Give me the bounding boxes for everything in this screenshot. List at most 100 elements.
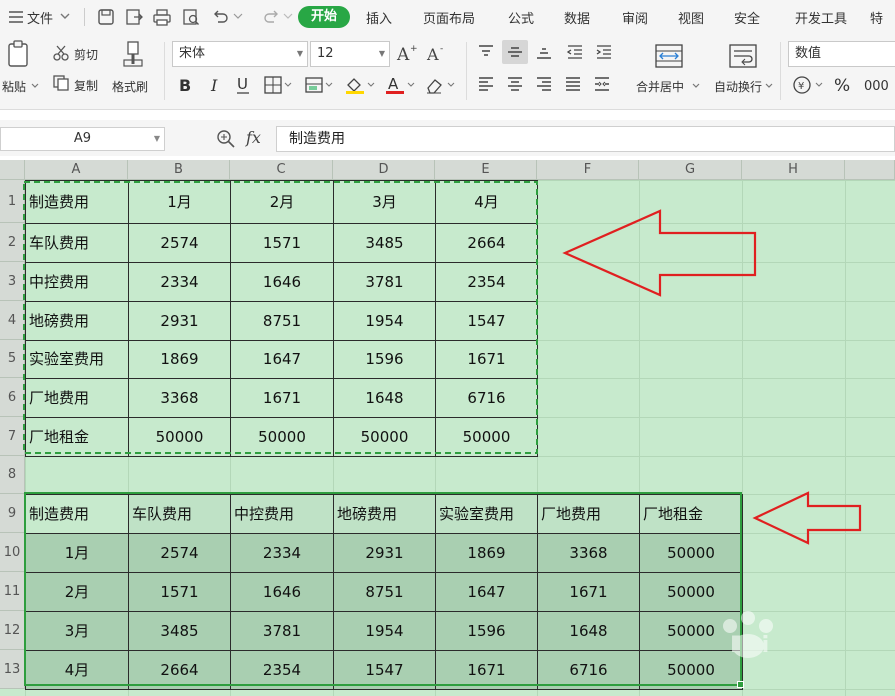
decrease-indent-icon[interactable] xyxy=(565,43,585,61)
export-icon[interactable] xyxy=(124,7,144,27)
copy-icon[interactable] xyxy=(52,74,70,92)
justify-icon[interactable] xyxy=(563,75,583,93)
number-format-select[interactable]: 数值 xyxy=(788,41,895,67)
table2-cell[interactable]: 3368 xyxy=(537,533,640,573)
font-color-icon[interactable]: A xyxy=(384,75,416,95)
column-header-e[interactable]: E xyxy=(435,160,537,180)
row-header-12[interactable]: 12 xyxy=(0,611,25,650)
font-size-select[interactable]: 12 ▼ xyxy=(310,41,390,67)
paste-dropdown-icon[interactable] xyxy=(30,81,40,91)
increase-indent-icon[interactable] xyxy=(594,43,614,61)
copy-button[interactable]: 复制 xyxy=(74,77,98,94)
save-icon[interactable] xyxy=(96,7,116,27)
underline-icon[interactable]: U xyxy=(234,75,252,95)
currency-icon[interactable]: ¥ xyxy=(792,75,826,95)
scissors-icon[interactable] xyxy=(52,44,70,62)
redo-dropdown-icon[interactable] xyxy=(282,9,294,23)
fill-color-icon[interactable] xyxy=(344,75,376,95)
print-preview-icon[interactable] xyxy=(181,7,201,27)
table2-cell[interactable]: 实验室费用 xyxy=(435,494,538,534)
table2-cell[interactable]: 1596 xyxy=(435,611,538,651)
table2-cell[interactable]: 1954 xyxy=(333,611,436,651)
table2-cell[interactable]: 6716 xyxy=(537,650,640,690)
column-header-g[interactable]: G xyxy=(639,160,742,180)
align-top-icon[interactable] xyxy=(476,43,496,61)
row-header-9[interactable]: 9 xyxy=(0,494,25,533)
table2-cell[interactable]: 2931 xyxy=(333,533,436,573)
tab-formulas[interactable]: 公式 xyxy=(508,8,534,27)
increase-font-icon[interactable]: A + xyxy=(396,43,418,63)
wrap-text-button[interactable]: 自动换行 xyxy=(714,78,762,95)
table2-cell[interactable]: 1648 xyxy=(537,611,640,651)
tab-data[interactable]: 数据 xyxy=(564,8,590,27)
merge-center-button[interactable]: 合并居中 xyxy=(636,78,684,95)
percent-icon[interactable]: % xyxy=(832,75,854,95)
tab-developer[interactable]: 开发工具 xyxy=(795,8,847,27)
cut-button[interactable]: 剪切 xyxy=(74,46,98,63)
table2-cell[interactable]: 3781 xyxy=(230,611,334,651)
row-header-8[interactable]: 8 xyxy=(0,456,25,494)
table2-cell[interactable]: 2664 xyxy=(128,650,231,690)
comma-style-icon[interactable]: 000 xyxy=(862,75,892,95)
table2-cell[interactable]: 制造费用 xyxy=(25,494,129,534)
table2-cell[interactable]: 8751 xyxy=(333,572,436,612)
cell-style-icon[interactable] xyxy=(304,75,334,95)
distributed-icon[interactable] xyxy=(592,75,612,93)
table2-cell[interactable]: 2574 xyxy=(128,533,231,573)
wrap-text-icon[interactable] xyxy=(728,42,758,70)
row-header-11[interactable]: 11 xyxy=(0,572,25,611)
chevron-down-icon[interactable] xyxy=(58,9,72,23)
column-header-i[interactable] xyxy=(845,160,895,180)
undo-dropdown-icon[interactable] xyxy=(232,9,244,23)
table2-cell[interactable]: 1646 xyxy=(230,572,334,612)
table2-cell[interactable]: 车队费用 xyxy=(128,494,231,534)
paste-icon[interactable] xyxy=(6,40,32,68)
bold-icon[interactable]: B xyxy=(176,75,194,95)
zoom-formula-icon[interactable] xyxy=(216,129,236,149)
insert-function-button[interactable]: fx xyxy=(246,128,261,147)
table2-cell[interactable]: 1869 xyxy=(435,533,538,573)
table2-cell[interactable]: 1671 xyxy=(537,572,640,612)
table2-cell[interactable]: 3485 xyxy=(128,611,231,651)
paste-button[interactable]: 粘贴 xyxy=(2,78,26,95)
table2-cell[interactable]: 3月 xyxy=(25,611,129,651)
file-menu[interactable]: 文件 xyxy=(27,8,53,27)
row-header-13[interactable]: 13 xyxy=(0,650,25,689)
align-right-icon[interactable] xyxy=(534,75,554,93)
merge-center-icon[interactable] xyxy=(654,42,684,70)
font-name-select[interactable]: 宋体 ▼ xyxy=(172,41,308,67)
column-header-f[interactable]: F xyxy=(537,160,639,180)
merge-dropdown-icon[interactable] xyxy=(691,81,701,91)
table2-cell[interactable]: 厂地租金 xyxy=(639,494,743,534)
spreadsheet-grid[interactable]: A B C D E F G H 1 2 3 4 5 6 7 8 9 10 11 12 13 制造费用 1月 2月 3月 4月 车队… xyxy=(0,160,895,696)
format-painter-icon[interactable] xyxy=(120,40,146,68)
table2-cell[interactable]: 50000 xyxy=(639,533,743,573)
decrease-font-icon[interactable]: A- xyxy=(426,43,448,63)
table2-cell[interactable]: 地磅费用 xyxy=(333,494,436,534)
tab-review[interactable]: 审阅 xyxy=(622,8,648,27)
table2-cell[interactable]: 1547 xyxy=(333,650,436,690)
format-painter-button[interactable]: 格式刷 xyxy=(112,78,148,95)
table2-cell[interactable]: 2334 xyxy=(230,533,334,573)
clear-format-icon[interactable] xyxy=(424,75,456,95)
italic-icon[interactable]: I xyxy=(206,75,224,95)
column-header-a[interactable]: A xyxy=(25,160,128,180)
hamburger-icon[interactable] xyxy=(6,7,26,27)
table2-cell[interactable]: 4月 xyxy=(25,650,129,690)
tab-start[interactable]: 开始 xyxy=(298,6,350,28)
tab-insert[interactable]: 插入 xyxy=(366,8,392,27)
column-header-c[interactable]: C xyxy=(230,160,333,180)
table2-cell[interactable]: 2月 xyxy=(25,572,129,612)
select-all-corner[interactable] xyxy=(0,160,25,180)
table2-cell[interactable]: 1571 xyxy=(128,572,231,612)
formula-input[interactable]: 制造费用 xyxy=(276,126,895,152)
row-header-10[interactable]: 10 xyxy=(0,533,25,572)
table2-cell[interactable]: 厂地费用 xyxy=(537,494,640,534)
print-icon[interactable] xyxy=(152,7,172,27)
align-left-icon[interactable] xyxy=(476,75,496,93)
name-box[interactable]: A9 ▼ xyxy=(0,127,165,151)
tab-security[interactable]: 安全 xyxy=(734,8,760,27)
align-middle-icon[interactable] xyxy=(505,43,525,61)
column-header-h[interactable]: H xyxy=(742,160,845,180)
align-bottom-icon[interactable] xyxy=(534,43,554,61)
